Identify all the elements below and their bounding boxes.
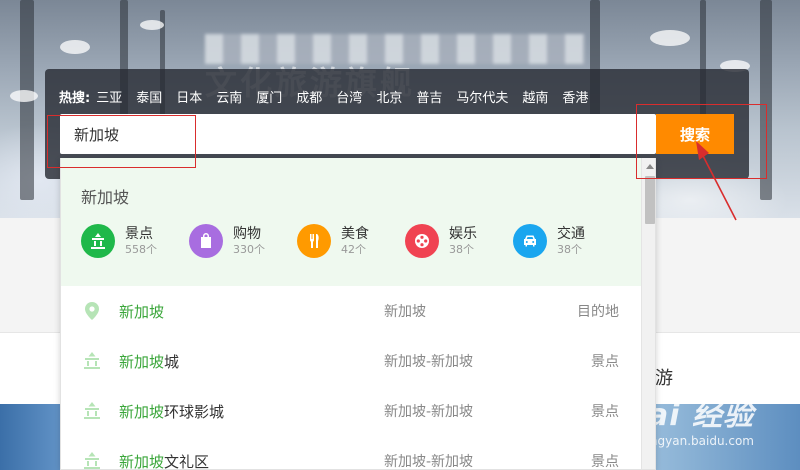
category-count: 38个 xyxy=(557,243,582,256)
location-pin-icon xyxy=(81,300,103,322)
suggestion-location: 新加坡-新加坡 xyxy=(384,404,474,420)
suggestion-name: 新加坡城 xyxy=(119,352,180,371)
section-title-fragment: 游 xyxy=(655,368,673,389)
hot-item[interactable]: 香港 xyxy=(562,87,588,106)
category-transport[interactable]: 交通 38个 xyxy=(513,224,621,258)
film-reel-icon xyxy=(405,224,439,258)
search-input[interactable] xyxy=(60,114,656,154)
category-panel: 新加坡 景点 558个 购物 330个 美食 42个 娱乐 38个 交通 38个 xyxy=(61,158,641,286)
hot-item[interactable]: 台湾 xyxy=(336,87,362,106)
category-count: 558个 xyxy=(125,243,157,256)
search-suggestions-dropdown: 新加坡 景点 558个 购物 330个 美食 42个 娱乐 38个 交通 38个… xyxy=(60,158,656,470)
hot-search-label: 热搜: xyxy=(59,91,91,106)
category-name: 娱乐 xyxy=(449,226,477,242)
category-attractions[interactable]: 景点 558个 xyxy=(81,224,189,258)
scroll-thumb[interactable] xyxy=(645,176,655,224)
suggestion-type: 景点 xyxy=(591,404,619,420)
category-count: 330个 xyxy=(233,243,265,256)
category-count: 38个 xyxy=(449,243,474,256)
suggestion-city: 新加坡 xyxy=(81,188,130,207)
suggestion-name: 新加坡环球影城 xyxy=(119,402,225,421)
hot-item[interactable]: 马尔代夫 xyxy=(456,87,508,106)
hot-item[interactable]: 云南 xyxy=(216,87,242,106)
landmark-icon xyxy=(81,224,115,258)
scroll-up-arrow-icon[interactable] xyxy=(646,164,654,169)
suggestion-name: 新加坡文礼区 xyxy=(119,452,210,470)
category-name: 景点 xyxy=(125,226,153,242)
landmark-icon xyxy=(81,400,103,422)
category-row: 景点 558个 购物 330个 美食 42个 娱乐 38个 交通 38个 xyxy=(81,224,621,258)
suggestion-row[interactable]: 新加坡环球影城 新加坡-新加坡 景点 xyxy=(61,386,641,436)
shopping-bag-icon xyxy=(189,224,223,258)
category-shopping[interactable]: 购物 330个 xyxy=(189,224,297,258)
food-icon xyxy=(297,224,331,258)
category-name: 美食 xyxy=(341,226,369,242)
suggestion-row[interactable]: 新加坡文礼区 新加坡-新加坡 景点 xyxy=(61,436,641,470)
hot-item[interactable]: 成都 xyxy=(296,87,322,106)
landmark-icon xyxy=(81,450,103,469)
category-name: 交通 xyxy=(557,226,585,242)
suggestion-row[interactable]: 新加坡城 新加坡-新加坡 景点 xyxy=(61,336,641,386)
dropdown-scrollbar[interactable] xyxy=(641,158,655,469)
category-food[interactable]: 美食 42个 xyxy=(297,224,405,258)
suggestion-location: 新加坡 xyxy=(384,304,426,320)
search-button[interactable]: 搜索 xyxy=(656,114,734,154)
suggestion-type: 景点 xyxy=(591,354,619,370)
suggestion-list: 新加坡 新加坡 目的地 新加坡城 新加坡-新加坡 景点 新加坡环球影城 新加坡-… xyxy=(61,286,641,470)
suggestion-row[interactable]: 新加坡 新加坡 目的地 xyxy=(61,286,641,336)
category-entertainment[interactable]: 娱乐 38个 xyxy=(405,224,513,258)
hot-item[interactable]: 普吉 xyxy=(416,87,442,106)
category-count: 42个 xyxy=(341,243,366,256)
car-icon xyxy=(513,224,547,258)
hot-item[interactable]: 北京 xyxy=(376,87,402,106)
suggestion-location: 新加坡-新加坡 xyxy=(384,454,474,470)
hot-item[interactable]: 日本 xyxy=(176,87,202,106)
hot-search-row: 热搜: 三亚 泰国 日本 云南 厦门 成都 台湾 北京 普吉 马尔代夫 越南 香… xyxy=(59,87,602,106)
suggestion-location: 新加坡-新加坡 xyxy=(384,354,474,370)
suggestion-type: 目的地 xyxy=(577,304,619,320)
landmark-icon xyxy=(81,350,103,372)
category-name: 购物 xyxy=(233,226,261,242)
suggestion-type: 景点 xyxy=(591,454,619,470)
suggestion-name: 新加坡 xyxy=(119,302,165,321)
hot-item[interactable]: 泰国 xyxy=(136,87,162,106)
hot-item[interactable]: 越南 xyxy=(522,87,548,106)
hot-item[interactable]: 厦门 xyxy=(256,87,282,106)
hot-item[interactable]: 三亚 xyxy=(96,87,122,106)
